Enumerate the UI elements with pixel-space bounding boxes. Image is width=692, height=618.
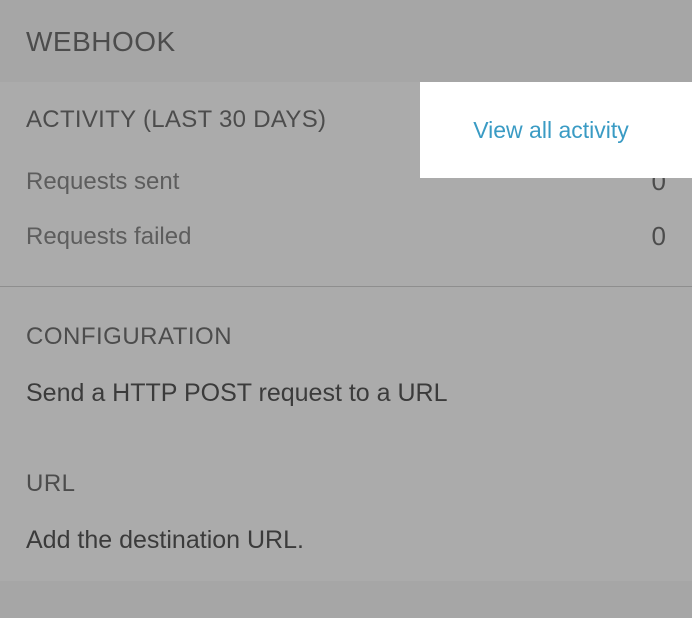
stats-row-requests-failed: Requests failed 0	[26, 209, 666, 264]
configuration-description: Send a HTTP POST request to a URL	[26, 379, 666, 408]
configuration-title: CONFIGURATION	[26, 323, 666, 351]
view-all-activity-link[interactable]: View all activity	[473, 117, 629, 144]
stats-value: 0	[652, 221, 666, 252]
page-title: WEBHOOK	[26, 26, 666, 58]
configuration-section: CONFIGURATION Send a HTTP POST request t…	[0, 287, 692, 581]
header: WEBHOOK	[0, 0, 692, 82]
url-description: Add the destination URL.	[26, 526, 666, 555]
stats-label: Requests failed	[26, 223, 191, 251]
stats-label: Requests sent	[26, 168, 179, 196]
url-title: URL	[26, 470, 666, 498]
activity-title: ACTIVITY (LAST 30 DAYS)	[26, 106, 326, 134]
view-all-wrapper: View all activity	[420, 82, 692, 178]
activity-section: ACTIVITY (LAST 30 DAYS) View all activit…	[0, 82, 692, 286]
